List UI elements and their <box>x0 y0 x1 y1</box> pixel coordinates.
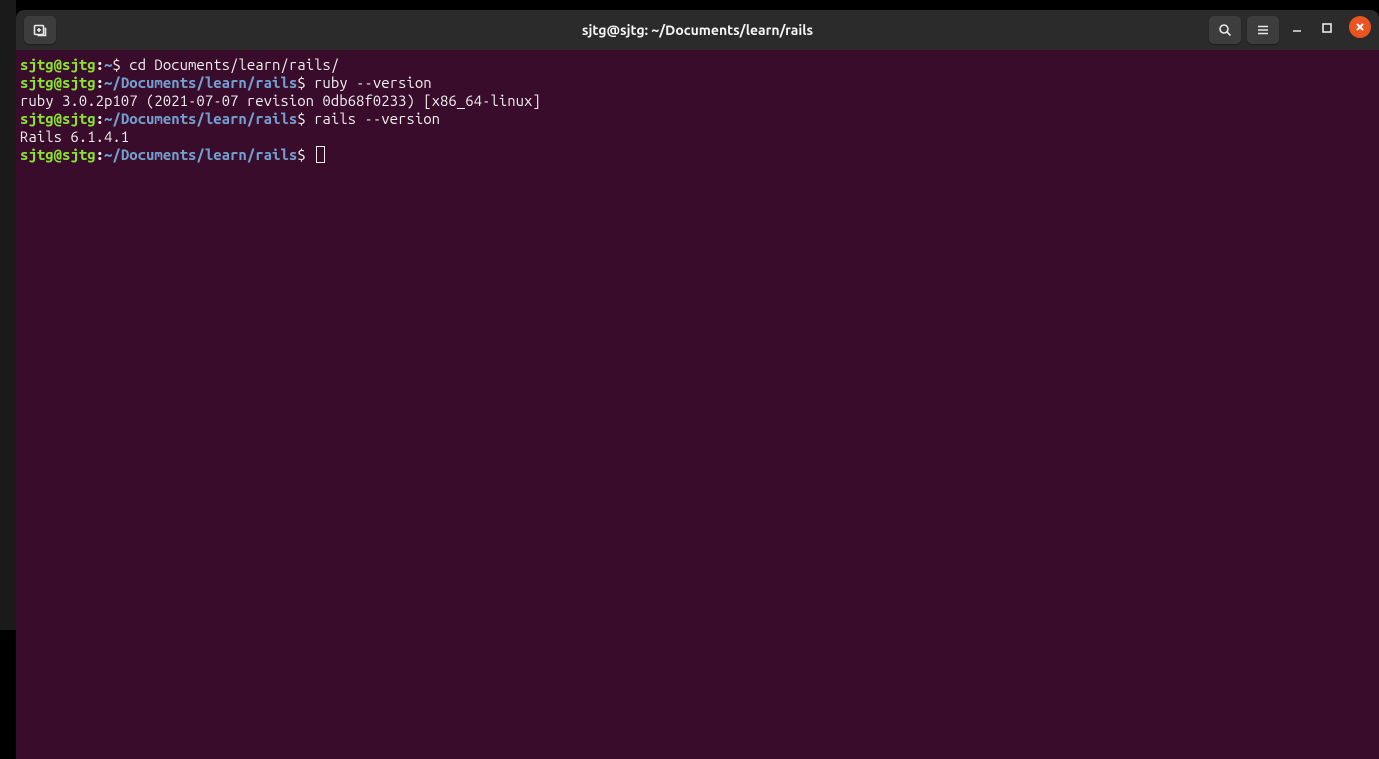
terminal-content[interactable]: sjtg@sjtg:~$ cd Documents/learn/rails/sj… <box>16 50 1379 170</box>
prompt-separator: : <box>96 146 104 163</box>
terminal-output: ruby 3.0.2p107 (2021-07-07 revision 0db6… <box>20 92 541 109</box>
terminal-output: Rails 6.1.4.1 <box>20 128 129 145</box>
window-title: sjtg@sjtg: ~/Documents/learn/rails <box>582 22 813 38</box>
prompt-path: ~/Documents/learn/rails <box>104 146 297 163</box>
hamburger-menu-icon <box>1255 22 1271 38</box>
terminal-line: sjtg@sjtg:~/Documents/learn/rails$ rails… <box>20 110 1375 128</box>
prompt-symbol: $ <box>112 56 129 73</box>
prompt-separator: : <box>96 74 104 91</box>
desktop-dock-strip <box>0 0 16 630</box>
new-tab-icon <box>32 22 48 38</box>
prompt-user-host: sjtg@sjtg <box>20 74 96 91</box>
titlebar-left-controls <box>24 16 56 44</box>
prompt-path: ~/Documents/learn/rails <box>104 110 297 127</box>
prompt-user-host: sjtg@sjtg <box>20 56 96 73</box>
terminal-command: cd Documents/learn/rails/ <box>129 56 339 73</box>
close-button[interactable] <box>1349 16 1371 38</box>
hamburger-menu-button[interactable] <box>1247 16 1279 44</box>
minimize-button[interactable] <box>1285 16 1309 40</box>
search-button[interactable] <box>1209 16 1241 44</box>
terminal-command: rails --version <box>314 110 440 127</box>
prompt-symbol: $ <box>297 110 314 127</box>
prompt-user-host: sjtg@sjtg <box>20 146 96 163</box>
maximize-button[interactable] <box>1315 16 1339 40</box>
prompt-separator: : <box>96 110 104 127</box>
close-icon <box>1355 22 1365 32</box>
terminal-line: sjtg@sjtg:~/Documents/learn/rails$ ruby … <box>20 74 1375 92</box>
prompt-symbol: $ <box>297 146 314 163</box>
titlebar: sjtg@sjtg: ~/Documents/learn/rails <box>16 10 1379 50</box>
terminal-cursor <box>316 146 325 163</box>
terminal-window: sjtg@sjtg: ~/Documents/learn/rails <box>16 10 1379 759</box>
minimize-icon <box>1290 21 1304 35</box>
terminal-line: Rails 6.1.4.1 <box>20 128 1375 146</box>
terminal-line: sjtg@sjtg:~/Documents/learn/rails$ <box>20 146 1375 164</box>
maximize-icon <box>1320 21 1334 35</box>
terminal-line: sjtg@sjtg:~$ cd Documents/learn/rails/ <box>20 56 1375 74</box>
new-tab-button[interactable] <box>24 16 56 44</box>
prompt-separator: : <box>96 56 104 73</box>
prompt-user-host: sjtg@sjtg <box>20 110 96 127</box>
search-icon <box>1217 22 1233 38</box>
titlebar-right-controls <box>1209 16 1371 44</box>
terminal-command: ruby --version <box>314 74 432 91</box>
terminal-line: ruby 3.0.2p107 (2021-07-07 revision 0db6… <box>20 92 1375 110</box>
prompt-path: ~/Documents/learn/rails <box>104 74 297 91</box>
prompt-symbol: $ <box>297 74 314 91</box>
